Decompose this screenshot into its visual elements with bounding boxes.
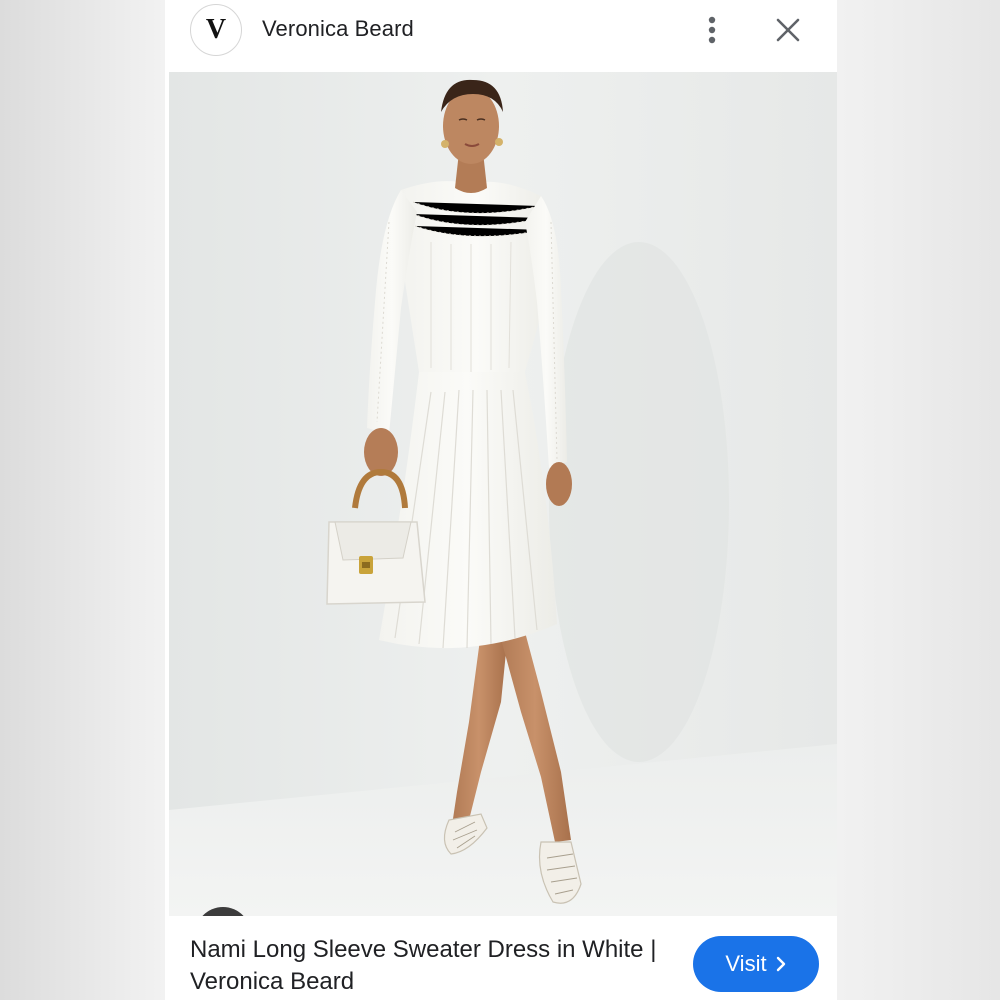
- visit-label: Visit: [725, 951, 767, 976]
- result-title[interactable]: Nami Long Sleeve Sweater Dress in White …: [190, 934, 660, 998]
- viewer-header: V Veronica Beard: [165, 0, 837, 72]
- product-photo: [169, 72, 837, 916]
- source-favicon[interactable]: V: [190, 4, 242, 56]
- product-image[interactable]: [169, 72, 837, 916]
- close-icon[interactable]: [772, 14, 804, 46]
- image-viewer-panel: V Veronica Beard Nami Long Sleeve Sweate…: [165, 0, 837, 1000]
- more-vert-icon[interactable]: [699, 12, 725, 48]
- source-name[interactable]: Veronica Beard: [262, 16, 414, 42]
- chevron-right-icon: [776, 956, 785, 972]
- visit-button[interactable]: Visit: [693, 936, 819, 992]
